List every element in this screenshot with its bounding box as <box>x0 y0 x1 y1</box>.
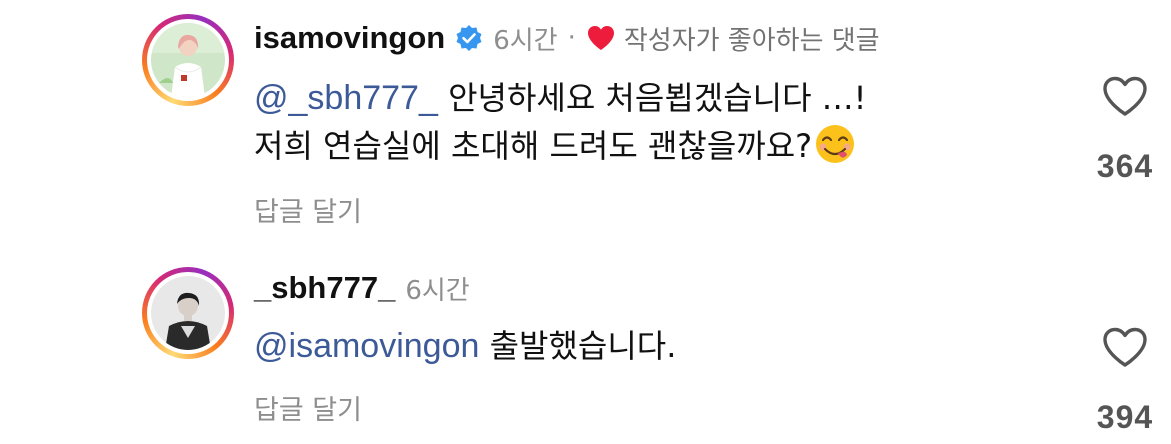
reply-button[interactable]: 답글 달기 <box>254 190 362 229</box>
liked-by-creator-label: 작성자가 좋아하는 댓글 <box>623 25 880 56</box>
avatar[interactable] <box>151 276 225 350</box>
separator-dot: · <box>567 23 576 53</box>
heart-outline-icon[interactable] <box>1102 76 1148 118</box>
timestamp: 6시간 <box>405 275 470 306</box>
avatar[interactable] <box>151 23 225 97</box>
like-count: 394 <box>1096 399 1154 435</box>
heart-filled-icon <box>586 24 616 52</box>
reply-button[interactable]: 답글 달기 <box>254 388 362 427</box>
avatar-story-ring[interactable] <box>142 14 234 106</box>
like-control: 364 <box>1090 76 1160 185</box>
comment-item: _sbh777_ 6시간 @isamovingon 출발했습니다. 답글 달기 … <box>0 255 1171 444</box>
avatar-story-ring[interactable] <box>142 267 234 359</box>
like-control: 394 <box>1090 327 1160 436</box>
comment-header: _sbh777_ 6시간 <box>254 264 470 312</box>
comment-item: isamovingon 6시간 · 작성자가 좋아하는 댓글 @_sbh777_… <box>0 0 1171 240</box>
timestamp: 6시간 <box>493 25 558 56</box>
mention-link[interactable]: @_sbh777_ <box>254 79 438 117</box>
verified-badge-icon <box>455 24 483 52</box>
comment-text-line: 저희 연습실에 초대해 드려도 괜찮을까요? <box>254 127 813 165</box>
username[interactable]: _sbh777_ <box>254 270 395 306</box>
like-count: 364 <box>1096 148 1154 184</box>
heart-outline-icon[interactable] <box>1102 327 1148 369</box>
face-savoring-food-emoji <box>814 123 856 165</box>
comment-text: @_sbh777_ 안녕하세요 처음뵙겠습니다 …! 저희 연습실에 초대해 드… <box>254 74 1074 170</box>
comment-header: isamovingon 6시간 · 작성자가 좋아하는 댓글 <box>254 14 880 62</box>
username[interactable]: isamovingon <box>254 20 445 56</box>
comment-text-line: 안녕하세요 처음뵙겠습니다 …! <box>437 79 867 117</box>
mention-link[interactable]: @isamovingon <box>254 327 479 365</box>
comment-text-line: 출발했습니다. <box>479 327 677 365</box>
comment-text: @isamovingon 출발했습니다. <box>254 322 1074 370</box>
